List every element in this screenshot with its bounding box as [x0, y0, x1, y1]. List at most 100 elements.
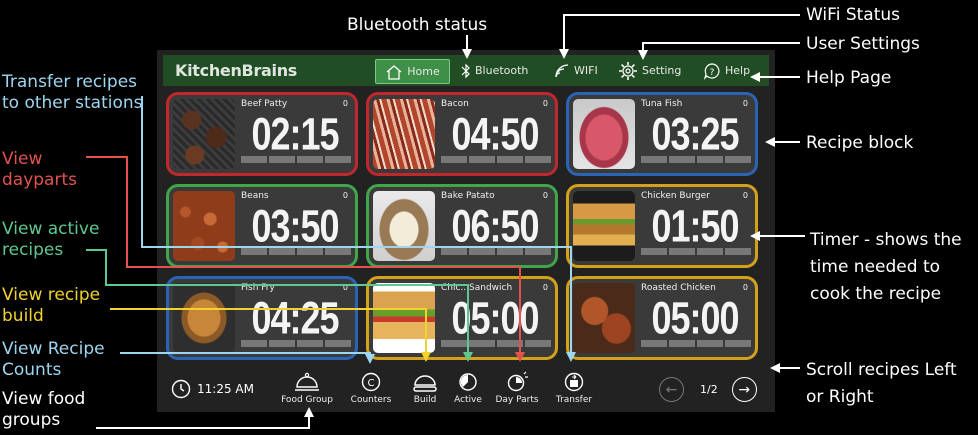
- help-icon: ?: [703, 62, 720, 80]
- recipe-photo: [373, 191, 435, 261]
- recipe-timer: 05:00: [451, 292, 539, 344]
- recipe-timer: 05:00: [651, 292, 739, 344]
- help-button[interactable]: ? Help: [703, 59, 750, 82]
- food-group-label: Food Group: [281, 395, 333, 405]
- recipe-photo: [173, 191, 235, 261]
- day-parts-icon: [507, 371, 528, 392]
- brand-logo: KitchenBrains: [175, 61, 298, 80]
- top-bar: KitchenBrains Home Bluetooth WIFI Settin…: [163, 55, 769, 86]
- progress-segments: [241, 156, 351, 163]
- device-screen: KitchenBrains Home Bluetooth WIFI Settin…: [157, 50, 775, 412]
- setting-button[interactable]: Setting: [618, 59, 681, 82]
- annotation-dayparts: View dayparts: [2, 149, 77, 190]
- annotation-help: Help Page: [806, 68, 892, 88]
- progress-segments: [641, 248, 751, 255]
- annotation-bluetooth: Bluetooth status: [347, 15, 488, 35]
- recipe-count: 0: [542, 99, 548, 108]
- home-label: Home: [407, 65, 440, 78]
- annotation-counts: View Recipe Counts: [2, 339, 105, 380]
- recipe-count: 0: [542, 191, 548, 200]
- build-icon: [413, 375, 437, 392]
- annotation-wifi: WiFi Status: [806, 5, 900, 25]
- wifi-status[interactable]: WIFI: [554, 59, 598, 82]
- day-parts-button[interactable]: Day Parts: [489, 371, 545, 405]
- recipe-timer: 03:50: [251, 200, 339, 252]
- recipe-photo: [373, 283, 435, 353]
- bluetooth-label: Bluetooth: [475, 64, 529, 77]
- bluetooth-icon: [461, 63, 470, 78]
- clock: 11:25 AM: [171, 379, 254, 399]
- bottom-bar: 11:25 AM Food Group C Counters Build Act…: [157, 370, 775, 412]
- transfer-button[interactable]: Transfer: [549, 371, 599, 405]
- annotation-timer: Timer - shows the time needed to cook th…: [810, 230, 962, 304]
- home-button[interactable]: Home: [375, 59, 450, 84]
- bluetooth-status[interactable]: Bluetooth: [461, 59, 528, 82]
- svg-text:?: ?: [710, 68, 715, 78]
- recipe-block[interactable]: Bacon 0 04:50: [366, 92, 558, 176]
- active-icon: [459, 373, 477, 391]
- counters-label: Counters: [350, 395, 392, 405]
- scroll-left-button[interactable]: ←: [659, 377, 684, 402]
- help-label: Help: [725, 64, 751, 77]
- recipe-photo: [173, 283, 235, 353]
- gear-icon: [619, 61, 637, 80]
- recipe-count: 0: [742, 191, 748, 200]
- food-group-button[interactable]: Food Group: [275, 371, 339, 405]
- recipe-timer: 02:15: [251, 108, 339, 160]
- annotation-build: View recipe build: [2, 285, 101, 326]
- progress-segments: [241, 248, 351, 255]
- recipe-block[interactable]: Tuna Fish 0 03:25: [566, 92, 758, 176]
- progress-segments: [441, 248, 551, 255]
- clock-icon: [171, 379, 191, 399]
- recipe-photo: [573, 99, 635, 169]
- recipe-block[interactable]: Chic.. Sandwich 0 05:00: [366, 276, 558, 360]
- recipe-count: 0: [542, 283, 548, 292]
- counters-button[interactable]: C Counters: [343, 371, 399, 405]
- recipe-timer: 04:25: [251, 292, 339, 344]
- build-label: Build: [413, 395, 437, 405]
- wifi-label: WIFI: [574, 64, 598, 77]
- recipe-timer: 03:25: [651, 108, 739, 160]
- transfer-label: Transfer: [555, 395, 593, 405]
- progress-segments: [641, 340, 751, 347]
- scroll-right-button[interactable]: →: [731, 377, 757, 402]
- recipe-count: 0: [742, 283, 748, 292]
- clock-time: 11:25 AM: [197, 382, 254, 396]
- recipe-block[interactable]: Bake Patato 0 06:50: [366, 184, 558, 268]
- annotation-settings: User Settings: [806, 34, 920, 54]
- recipe-photo: [573, 191, 635, 261]
- recipe-block[interactable]: Chicken Burger 0 01:50: [566, 184, 758, 268]
- recipe-timer: 01:50: [651, 200, 739, 252]
- arrow-right-icon: →: [738, 381, 751, 398]
- transfer-icon: [564, 372, 584, 392]
- active-button[interactable]: Active: [447, 371, 489, 405]
- progress-segments: [441, 156, 551, 163]
- food-cloche-icon: [295, 372, 319, 391]
- recipe-count: 0: [342, 99, 348, 108]
- progress-segments: [641, 156, 751, 163]
- recipe-timer: 04:50: [451, 108, 539, 160]
- annotation-groups: View food groups: [2, 389, 86, 430]
- recipe-timer: 06:50: [451, 200, 539, 252]
- annotation-scroll: Scroll recipes Left or Right: [806, 360, 957, 407]
- recipe-block[interactable]: Fish Fry 0 04:25: [166, 276, 358, 360]
- build-button[interactable]: Build: [403, 371, 447, 405]
- recipe-count: 0: [342, 283, 348, 292]
- recipe-count: 0: [742, 99, 748, 108]
- active-label: Active: [454, 395, 482, 405]
- progress-segments: [441, 340, 551, 347]
- recipe-block[interactable]: Beef Patty 0 02:15: [166, 92, 358, 176]
- recipe-photo: [173, 99, 235, 169]
- progress-segments: [241, 340, 351, 347]
- svg-text:C: C: [368, 378, 375, 389]
- recipe-block[interactable]: Roasted Chicken 0 05:00: [566, 276, 758, 360]
- home-icon: [386, 64, 402, 80]
- recipe-block[interactable]: Beans 0 03:50: [166, 184, 358, 268]
- arrow-left-icon: ←: [665, 381, 678, 398]
- annotation-recipe-block: Recipe block: [806, 133, 914, 153]
- setting-label: Setting: [642, 64, 682, 77]
- annotation-transfer: Transfer recipes to other stations: [2, 72, 143, 113]
- page-indicator: 1/2: [700, 383, 718, 396]
- counter-icon: C: [361, 372, 381, 392]
- day-parts-label: Day Parts: [495, 395, 539, 405]
